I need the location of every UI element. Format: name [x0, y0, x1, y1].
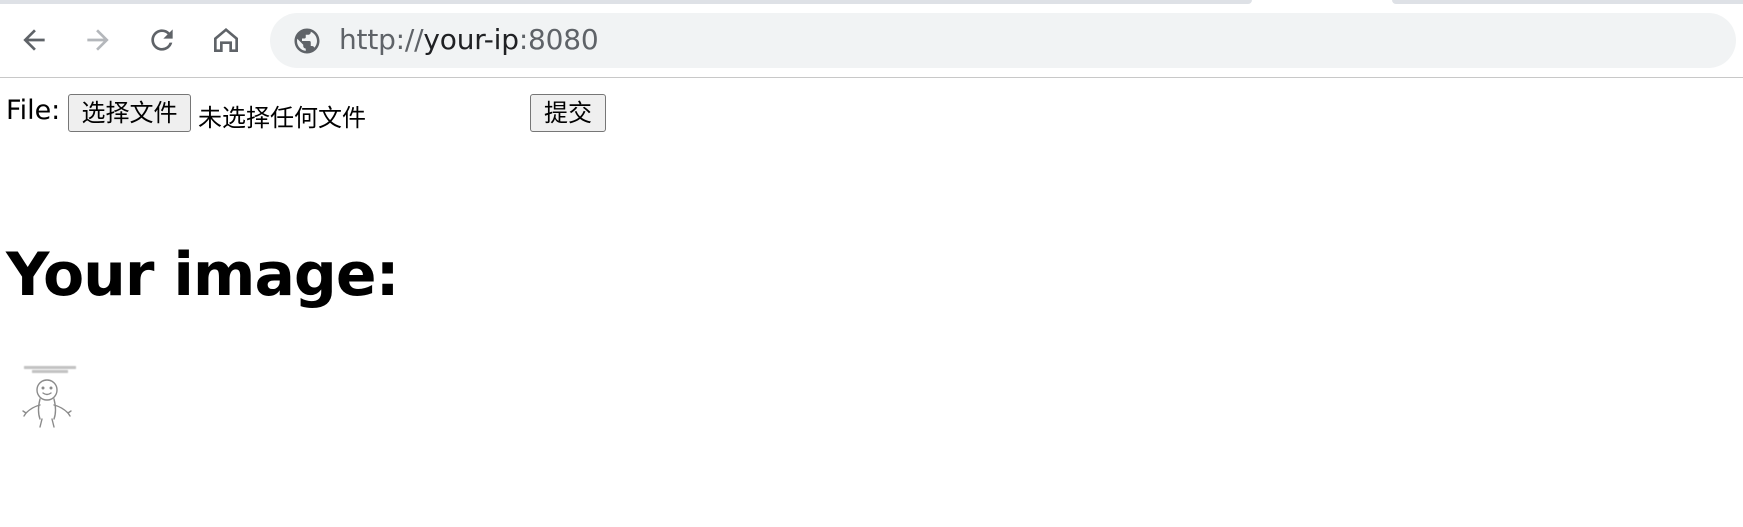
url-port: :8080 [518, 23, 599, 56]
arrow-right-icon [87, 29, 109, 51]
home-icon [214, 28, 238, 52]
choose-file-button[interactable]: 选择文件 [68, 94, 191, 132]
url-scheme: http:// [339, 23, 424, 56]
home-button[interactable] [206, 20, 246, 60]
arrow-left-icon [23, 29, 45, 51]
forward-button[interactable] [78, 20, 118, 60]
address-bar[interactable]: http://your-ip:8080 [270, 13, 1736, 68]
stickman-meme-image [22, 379, 72, 428]
reload-button[interactable] [142, 20, 182, 60]
url-host: your-ip [423, 23, 519, 56]
url-text[interactable]: http://your-ip:8080 [339, 23, 599, 57]
file-label: File: [6, 95, 61, 126]
submit-button[interactable]: 提交 [530, 94, 606, 132]
back-button[interactable] [14, 20, 54, 60]
reload-icon [151, 29, 173, 51]
globe-icon[interactable] [292, 26, 322, 56]
image-caption [20, 364, 80, 374]
uploaded-image [20, 364, 80, 430]
no-file-chosen-text: 未选择任何文件 [198, 104, 366, 132]
page-heading: Your image: [6, 240, 400, 310]
browser-toolbar: http://your-ip:8080 [0, 0, 1743, 78]
